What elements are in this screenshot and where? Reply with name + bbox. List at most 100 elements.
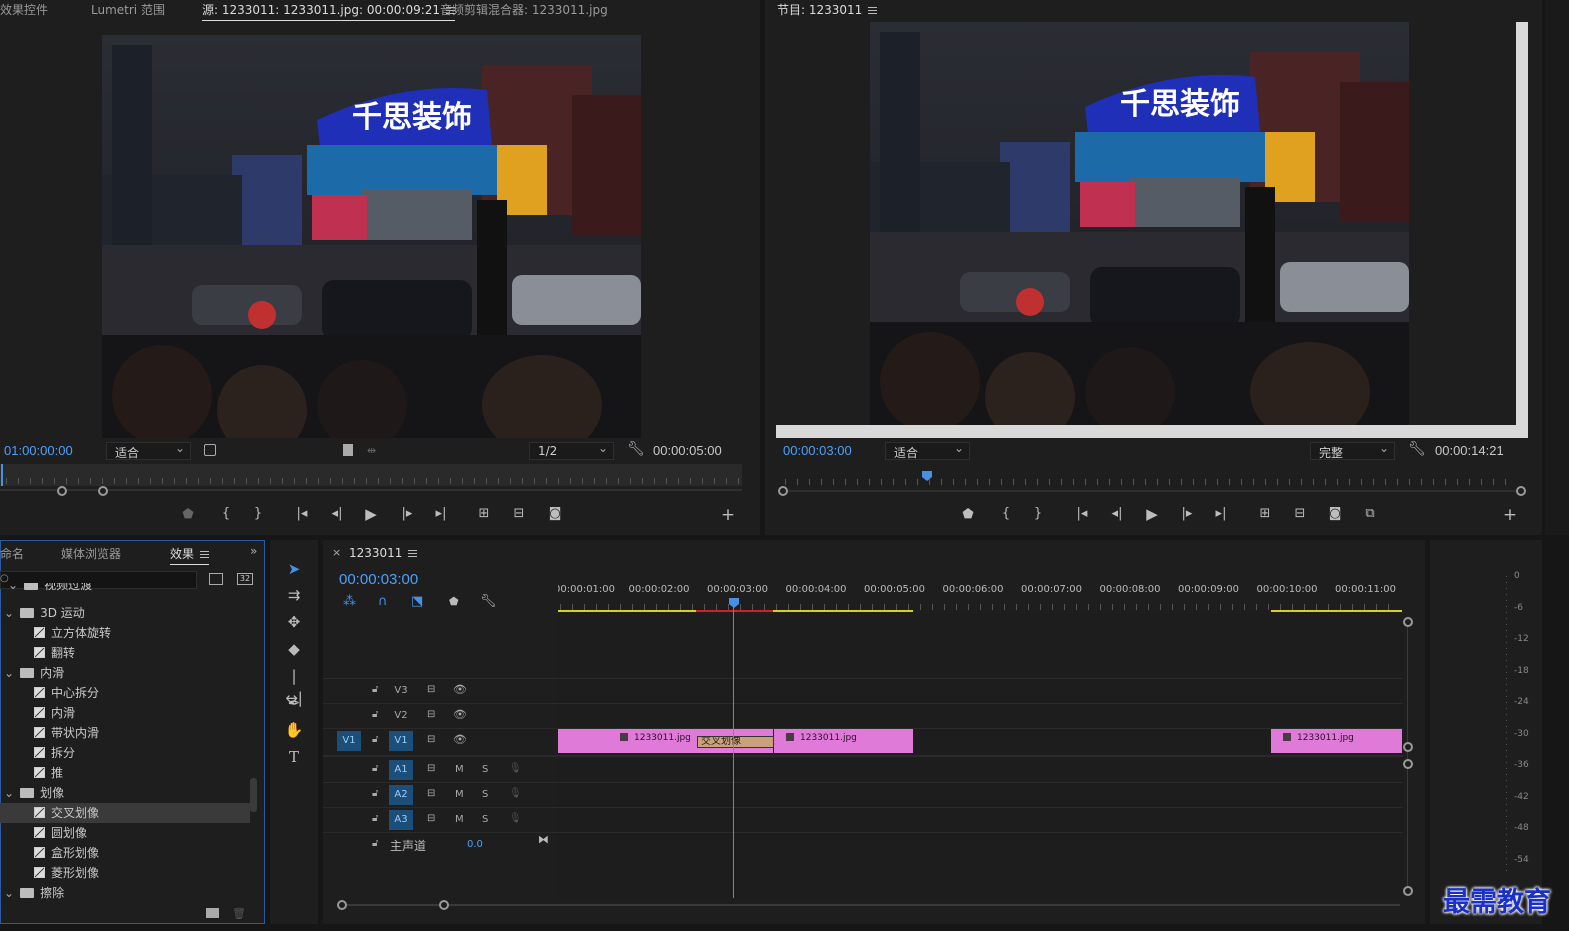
lock-icon[interactable]: 🔓︎ — [372, 734, 378, 745]
new-bin-icon[interactable] — [206, 908, 219, 918]
step-back-icon[interactable]: ◂| — [327, 506, 347, 521]
slip-tool-icon[interactable]: |↔| — [283, 665, 305, 707]
mute-button[interactable]: M — [455, 789, 464, 800]
panel-menu-icon[interactable] — [408, 550, 418, 557]
sync-lock-icon[interactable]: ⊟ — [427, 763, 435, 774]
v-scroll-handle[interactable] — [1403, 742, 1413, 752]
program-zoom-handle-right[interactable] — [1516, 486, 1526, 496]
source-fit-dropdown[interactable]: 适合 — [106, 441, 191, 460]
effects-item[interactable]: 推 — [0, 763, 250, 783]
tab-project[interactable]: 命名 — [0, 545, 24, 562]
linked-selection-icon[interactable]: ⬔ — [411, 594, 423, 609]
track-label-a2[interactable]: A2 — [389, 785, 413, 805]
effects-item[interactable]: 拆分 — [0, 743, 250, 763]
mark-out-icon[interactable]: } — [248, 506, 268, 521]
insert-icon[interactable]: ⊞ — [474, 506, 494, 521]
mark-out-icon[interactable]: } — [1028, 506, 1048, 521]
tab-audio-clip-mixer[interactable]: 音频剪辑混合器: 1233011.jpg — [440, 1, 608, 18]
eye-icon[interactable]: 👁︎ — [453, 733, 467, 746]
source-patch-v1[interactable]: V1 — [337, 731, 361, 751]
step-forward-icon[interactable]: |▸ — [1177, 506, 1197, 521]
tab-lumetri-scopes[interactable]: Lumetri 范围 — [91, 1, 165, 18]
play-icon[interactable]: ▶ — [361, 505, 381, 523]
ripple-edit-tool-icon[interactable]: ✥ — [283, 611, 305, 633]
a-scroll-handle[interactable] — [1403, 886, 1413, 896]
lock-icon[interactable]: 🔓︎ — [372, 709, 378, 720]
program-zoom-handle-left[interactable] — [778, 486, 788, 496]
h-scroll-handle-right[interactable] — [439, 900, 449, 910]
timeline-clip[interactable]: 1233011.jpg — [1271, 729, 1402, 753]
master-expand-icon[interactable]: ⧓ — [538, 833, 549, 846]
add-marker-icon[interactable]: ⬟ — [178, 507, 198, 522]
selection-tool-icon[interactable]: ➤ — [283, 558, 305, 580]
effects-item[interactable]: 盒形划像 — [0, 843, 250, 863]
settings-icon[interactable] — [204, 444, 216, 456]
effects-folder[interactable]: ⌄ 视频过渡 — [0, 583, 250, 595]
track-label-v3[interactable]: V3 — [389, 681, 413, 701]
sync-lock-icon[interactable]: ⊟ — [427, 813, 435, 824]
go-to-in-icon[interactable]: |◂ — [1072, 506, 1092, 521]
timeline-settings-icon[interactable]: 🔧︎ — [480, 594, 497, 609]
pen-tool-icon[interactable]: ✒ — [283, 692, 305, 714]
lock-icon[interactable]: 🔓︎ — [372, 788, 378, 799]
voiceover-mic-icon[interactable]: 🎙︎ — [509, 813, 522, 824]
voiceover-mic-icon[interactable]: 🎙︎ — [509, 763, 522, 774]
overwrite-icon[interactable]: ⊟ — [509, 506, 529, 521]
add-button-icon[interactable]: + — [1500, 505, 1520, 525]
close-icon[interactable]: × — [332, 546, 341, 559]
program-quality-dropdown[interactable]: 完整 — [1310, 441, 1395, 460]
add-marker-icon[interactable]: ⬟ — [958, 507, 978, 522]
effects-item[interactable]: 立方体旋转 — [0, 623, 250, 643]
timeline-clip[interactable]: 1233011.jpg — [558, 729, 696, 753]
solo-button[interactable]: S — [482, 789, 488, 800]
h-scroll-handle-left[interactable] — [337, 900, 347, 910]
effects-item[interactable]: 圆划像 — [0, 823, 250, 843]
tab-source[interactable]: 源: 1233011: 1233011.jpg: 00:00:09:21 — [202, 1, 456, 21]
lock-icon[interactable]: 🔓︎ — [372, 838, 378, 849]
tab-sequence[interactable]: 1233011 — [349, 546, 418, 560]
lock-icon[interactable]: 🔓︎ — [372, 763, 378, 774]
source-timecode-current[interactable]: 01:00:00:00 — [4, 443, 73, 458]
chevron-down-icon[interactable]: ⌄ — [4, 886, 14, 900]
add-marker-icon[interactable]: ⬟ — [449, 595, 459, 608]
timeline-clip[interactable]: 1233011.jpg — [774, 729, 913, 753]
tab-effect-controls[interactable]: 效果控件 — [0, 1, 48, 18]
effects-item[interactable]: 中心拆分 — [0, 683, 250, 703]
snap-icon[interactable]: ∩ — [378, 594, 388, 609]
voiceover-mic-icon[interactable]: 🎙︎ — [509, 788, 522, 799]
delete-icon[interactable]: 🗑︎ — [232, 907, 246, 920]
mark-in-icon[interactable]: { — [996, 506, 1016, 521]
track-label-a1[interactable]: A1 — [389, 760, 413, 780]
nest-icon[interactable]: ⁂ — [343, 594, 356, 609]
go-to-out-icon[interactable]: ▸| — [1211, 506, 1231, 521]
eye-icon[interactable]: 👁︎ — [453, 708, 467, 721]
transition-cross-iris[interactable]: 交叉划像 — [697, 736, 774, 748]
chevron-down-icon[interactable]: ⌄ — [8, 583, 18, 592]
track-select-tool-icon[interactable]: ⇉ — [283, 584, 305, 606]
go-to-out-icon[interactable]: ▸| — [431, 506, 451, 521]
export-frame-icon[interactable]: ◙ — [1325, 506, 1345, 521]
add-button-icon[interactable]: + — [718, 505, 738, 525]
master-volume-value[interactable]: 0.0 — [467, 839, 483, 850]
effects-item[interactable]: 带状内滑 — [0, 723, 250, 743]
track-label-v1[interactable]: V1 — [389, 731, 413, 751]
play-icon[interactable]: ▶ — [1142, 505, 1162, 523]
sync-lock-icon[interactable]: ⊟ — [427, 788, 435, 799]
source-zoom-handle-right[interactable] — [98, 486, 108, 496]
track-label-v2[interactable]: V2 — [389, 706, 413, 726]
expand-panels-icon[interactable]: » — [250, 544, 257, 558]
effects-folder[interactable]: ⌄ 3D 运动 — [0, 603, 250, 623]
sync-lock-icon[interactable]: ⊟ — [427, 709, 435, 720]
go-to-in-icon[interactable]: |◂ — [292, 506, 312, 521]
panel-menu-icon[interactable] — [868, 7, 878, 14]
hand-tool-icon[interactable]: ✋ — [283, 719, 305, 741]
mark-in-icon[interactable]: { — [216, 506, 236, 521]
mute-button[interactable]: M — [455, 764, 464, 775]
step-back-icon[interactable]: ◂| — [1107, 506, 1127, 521]
lock-icon[interactable]: 🔓︎ — [372, 813, 378, 824]
source-zoom-handle-left[interactable] — [57, 486, 67, 496]
panel-menu-icon[interactable] — [200, 551, 210, 558]
tab-media-browser[interactable]: 媒体浏览器 — [61, 545, 121, 562]
a-scroll-handle[interactable] — [1403, 759, 1413, 769]
timeline-timecode[interactable]: 00:00:03:00 — [339, 571, 418, 588]
